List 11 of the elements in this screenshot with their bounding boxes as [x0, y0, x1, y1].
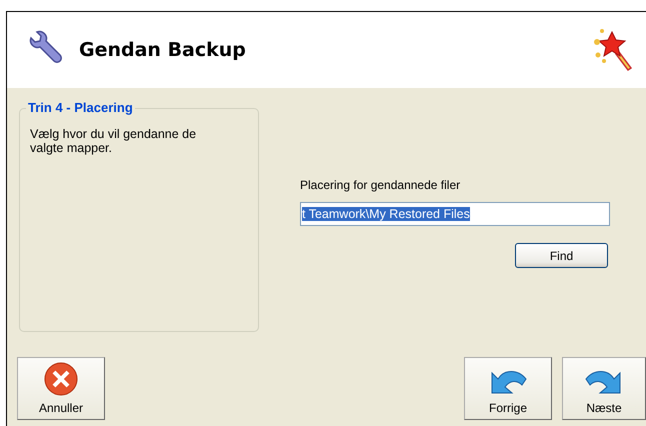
back-button[interactable]: Forrige	[464, 357, 552, 420]
find-button[interactable]: Find	[515, 243, 608, 268]
close-icon	[43, 361, 79, 397]
location-label: Placering for gendannede filer	[300, 178, 462, 192]
path-field[interactable]: t Teamwork\My Restored Files	[300, 202, 610, 226]
step-title: Trin 4 - Placering	[26, 100, 135, 115]
step-description: Vælg hvor du vil gendanne de valgte mapper.	[30, 127, 198, 155]
next-button[interactable]: Næste	[562, 357, 646, 420]
cancel-button[interactable]: Annuller	[17, 357, 105, 420]
window-title: Gendan Backup	[79, 39, 247, 61]
magic-wand-icon	[592, 28, 632, 72]
